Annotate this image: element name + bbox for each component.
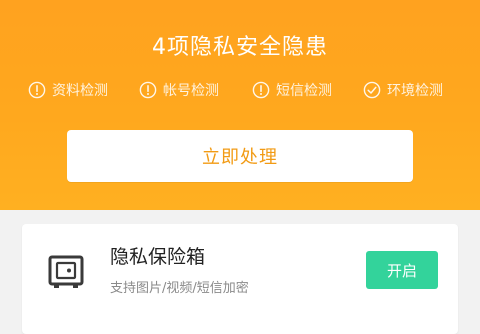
- handle-now-button[interactable]: 立即处理: [67, 130, 413, 182]
- check-label: 资料检测: [52, 83, 108, 99]
- header-banner: 4项隐私安全隐患 资料检测 帐号检测 短信检测 环境检测 立即处理: [0, 0, 480, 210]
- card-subtitle: 支持图片/视频/短信加密: [110, 281, 249, 296]
- check-label: 帐号检测: [163, 83, 219, 99]
- open-button[interactable]: 开启: [366, 251, 438, 289]
- check-label: 环境检测: [387, 83, 443, 99]
- check-item-sms: 短信检测: [252, 78, 332, 102]
- check-circle-icon: [363, 81, 381, 99]
- check-list: 资料检测 帐号检测 短信检测 环境检测: [0, 78, 480, 102]
- exclamation-circle-icon: [28, 81, 46, 99]
- check-label: 短信检测: [276, 83, 332, 99]
- check-item-environment: 环境检测: [363, 78, 443, 102]
- exclamation-circle-icon: [252, 81, 270, 99]
- card-title: 隐私保险箱: [110, 246, 206, 268]
- hazard-count-title: 4项隐私安全隐患: [152, 35, 328, 60]
- check-item-account: 帐号检测: [139, 78, 219, 102]
- vault-icon: [48, 255, 84, 288]
- check-item-profile: 资料检测: [28, 78, 108, 102]
- exclamation-circle-icon: [139, 81, 157, 99]
- privacy-vault-card[interactable]: 隐私保险箱 支持图片/视频/短信加密 开启: [22, 224, 458, 334]
